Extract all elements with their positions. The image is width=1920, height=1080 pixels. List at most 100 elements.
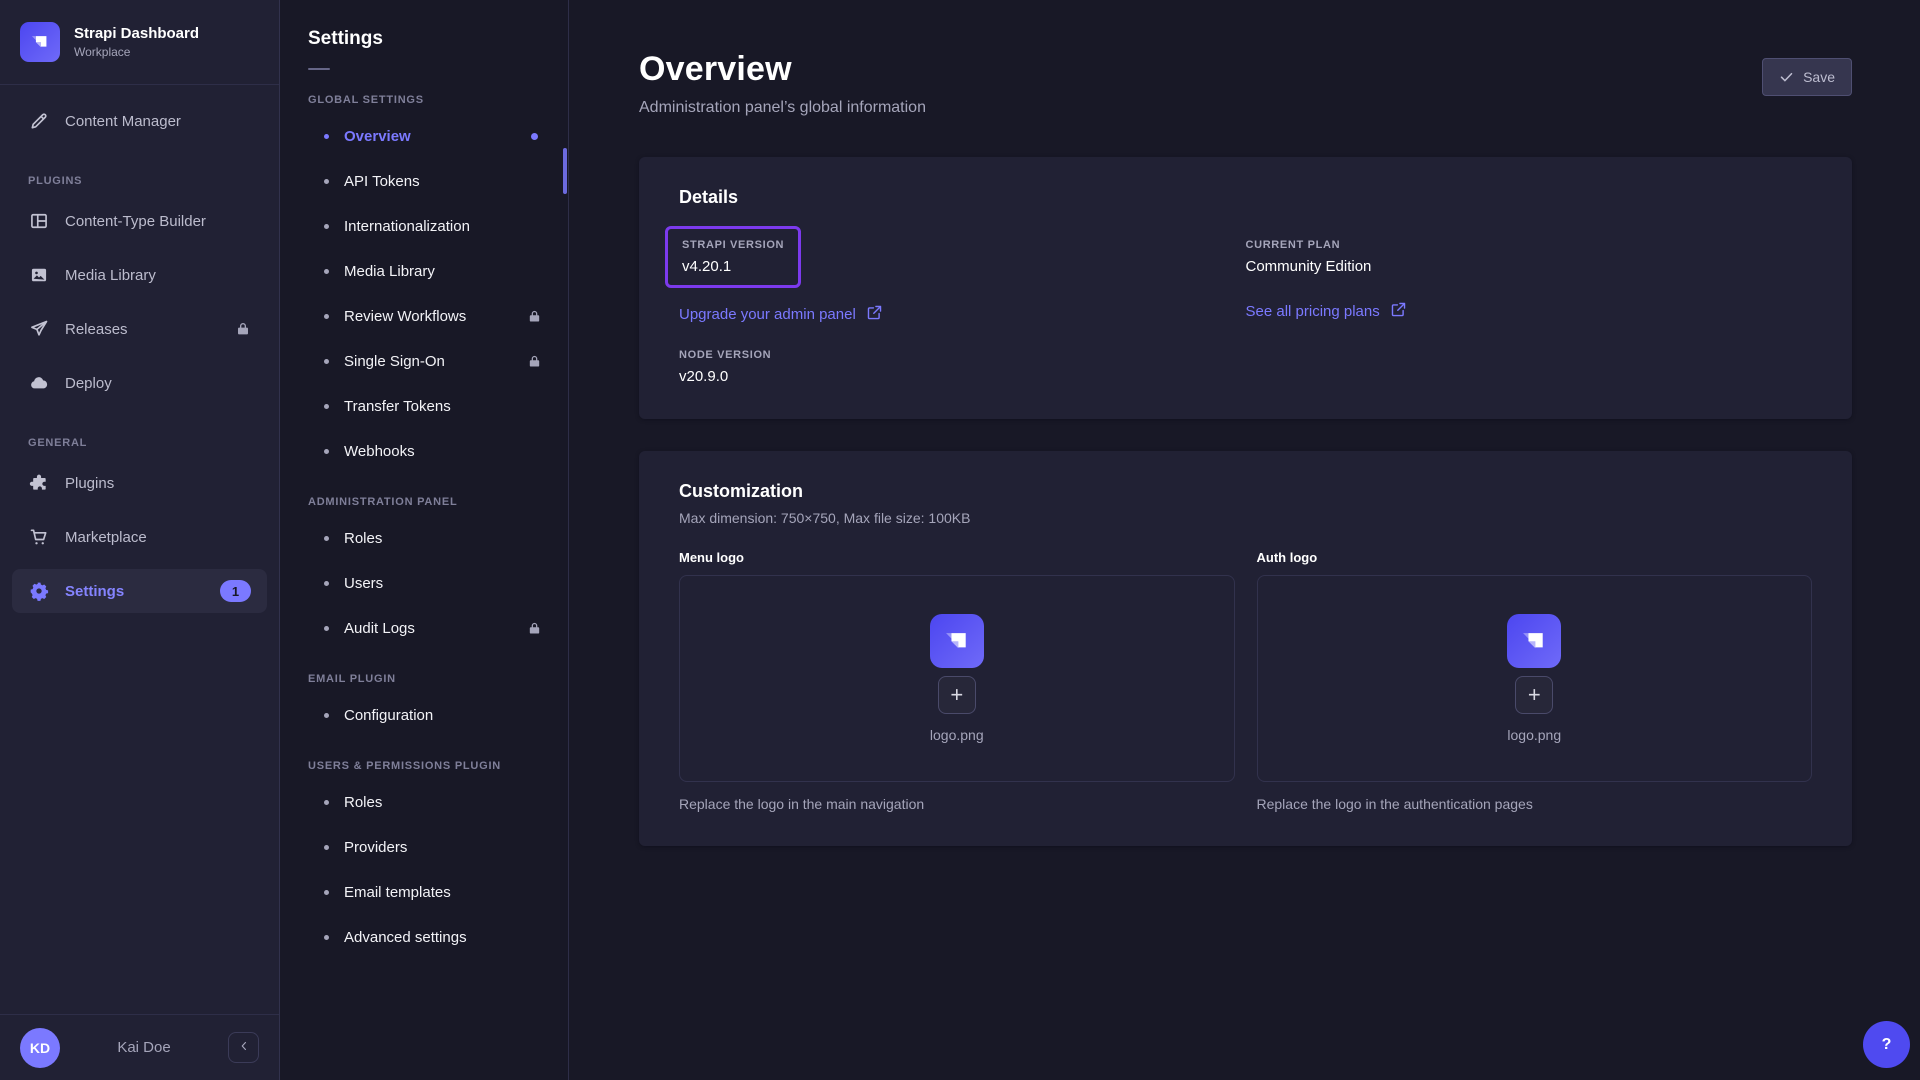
bullet-icon (324, 359, 329, 364)
subnav-section-email-plugin: EMAIL PLUGIN (280, 651, 568, 693)
save-button[interactable]: Save (1762, 58, 1852, 96)
check-icon (1779, 70, 1794, 85)
node-version-label: NODE VERSION (679, 349, 1246, 361)
subnav-item-webhooks[interactable]: Webhooks (280, 429, 568, 474)
lock-icon (527, 621, 542, 636)
subnav-item-advanced-settings[interactable]: Advanced settings (280, 915, 568, 960)
subnav-item-api-tokens[interactable]: API Tokens (280, 159, 568, 204)
customization-constraints: Max dimension: 750×750, Max file size: 1… (679, 510, 1812, 526)
pricing-plans-link[interactable]: See all pricing plans (1246, 301, 1407, 322)
nav-item-plugins[interactable]: Plugins (12, 461, 267, 505)
menu-logo-label: Menu logo (679, 550, 1235, 565)
user-section[interactable]: KD Kai Doe (0, 1014, 279, 1080)
subnav-section-administration-panel: ADMINISTRATION PANEL (280, 474, 568, 516)
subnav-scrollbar-thumb[interactable] (563, 148, 567, 194)
user-avatar[interactable]: KD (20, 1028, 60, 1068)
bullet-icon (324, 800, 329, 805)
subnav-item-configuration[interactable]: Configuration (280, 693, 568, 738)
bullet-icon (324, 845, 329, 850)
nav-item-content-manager[interactable]: Content Manager (12, 99, 267, 143)
auth-logo-label: Auth logo (1257, 550, 1813, 565)
subnav-title: Settings (280, 28, 568, 50)
bullet-icon (324, 134, 329, 139)
details-card-title: Details (679, 187, 1812, 208)
workspace-title: Strapi Dashboard (74, 25, 199, 42)
subnav-item-admin-roles[interactable]: Roles (280, 516, 568, 561)
subnav-item-email-templates[interactable]: Email templates (280, 870, 568, 915)
auth-logo-filename: logo.png (1507, 727, 1561, 743)
user-name: Kai Doe (74, 1039, 214, 1056)
nav-item-deploy[interactable]: Deploy (12, 361, 267, 405)
subnav-item-media-library[interactable]: Media Library (280, 249, 568, 294)
main-content: Overview Administration panel’s global i… (569, 0, 1920, 1080)
subnav-item-providers[interactable]: Providers (280, 825, 568, 870)
settings-notification-badge: 1 (220, 580, 251, 602)
bullet-icon (324, 269, 329, 274)
nav-item-settings[interactable]: Settings 1 (12, 569, 267, 613)
current-plan-field: CURRENT PLAN Community Edition (1246, 226, 1813, 275)
nav-item-media-library[interactable]: Media Library (12, 253, 267, 297)
workspace-subtitle: Workplace (74, 45, 199, 59)
nav-item-label: Media Library (65, 267, 156, 284)
menu-logo-caption: Replace the logo in the main navigation (679, 796, 1235, 812)
current-plan-label: CURRENT PLAN (1246, 239, 1813, 251)
help-button[interactable]: ? (1863, 1021, 1910, 1068)
bullet-icon (324, 179, 329, 184)
workspace-brand: Strapi Dashboard Workplace (0, 0, 279, 85)
bullet-icon (324, 404, 329, 409)
nav-item-content-type-builder[interactable]: Content-Type Builder (12, 199, 267, 243)
subnav-section-global-settings: GLOBAL SETTINGS (280, 72, 568, 114)
bullet-icon (324, 449, 329, 454)
bullet-icon (324, 536, 329, 541)
strapi-logo-preview (1507, 614, 1561, 668)
subnav-section-users-permissions: USERS & PERMISSIONS PLUGIN (280, 738, 568, 780)
auth-logo-upload-area[interactable]: + logo.png (1257, 575, 1813, 782)
strapi-logo-icon (20, 22, 60, 62)
nav-item-label: Plugins (65, 475, 114, 492)
subnav-item-audit-logs[interactable]: Audit Logs (280, 606, 568, 651)
nav-item-label: Settings (65, 583, 124, 600)
menu-logo-upload-area[interactable]: + logo.png (679, 575, 1235, 782)
customization-card: Customization Max dimension: 750×750, Ma… (639, 451, 1852, 846)
subnav-item-transfer-tokens[interactable]: Transfer Tokens (280, 384, 568, 429)
bullet-icon (324, 713, 329, 718)
node-version-value: v20.9.0 (679, 368, 1246, 385)
strapi-logo-preview (930, 614, 984, 668)
menu-logo-filename: logo.png (930, 727, 984, 743)
subnav-item-review-workflows[interactable]: Review Workflows (280, 294, 568, 339)
lock-icon (527, 354, 542, 369)
settings-sub-navigation: Settings GLOBAL SETTINGS Overview API To… (280, 0, 569, 1080)
nav-item-releases[interactable]: Releases (12, 307, 267, 351)
chevron-left-icon (237, 1039, 251, 1056)
nav-item-label: Releases (65, 321, 128, 338)
bullet-icon (324, 581, 329, 586)
image-icon (28, 265, 49, 285)
bullet-icon (324, 224, 329, 229)
bullet-icon (324, 935, 329, 940)
pen-icon (28, 111, 49, 131)
paper-plane-icon (28, 319, 49, 339)
add-menu-logo-button[interactable]: + (938, 676, 976, 714)
nav-item-label: Marketplace (65, 529, 147, 546)
strapi-admin-app: Strapi Dashboard Workplace Content Manag… (0, 0, 1920, 1080)
nav-item-label: Deploy (65, 375, 112, 392)
subnav-item-up-roles[interactable]: Roles (280, 780, 568, 825)
subnav-item-single-sign-on[interactable]: Single Sign-On (280, 339, 568, 384)
title-rule (308, 68, 330, 70)
page-header: Overview Administration panel’s global i… (639, 50, 1852, 117)
external-link-icon (1390, 301, 1407, 322)
upgrade-admin-panel-link[interactable]: Upgrade your admin panel (679, 304, 883, 325)
layout-icon (28, 211, 49, 231)
strapi-version-label: STRAPI VERSION (682, 239, 784, 251)
subnav-item-admin-users[interactable]: Users (280, 561, 568, 606)
cart-icon (28, 527, 49, 547)
nav-section-general: GENERAL (12, 415, 267, 461)
details-card: Details STRAPI VERSION v4.20.1 Upgrade y… (639, 157, 1852, 419)
collapse-sidebar-button[interactable] (228, 1032, 259, 1063)
bullet-icon (324, 314, 329, 319)
current-plan-value: Community Edition (1246, 258, 1813, 275)
subnav-item-overview[interactable]: Overview (280, 114, 568, 159)
subnav-item-internationalization[interactable]: Internationalization (280, 204, 568, 249)
nav-item-marketplace[interactable]: Marketplace (12, 515, 267, 559)
add-auth-logo-button[interactable]: + (1515, 676, 1553, 714)
